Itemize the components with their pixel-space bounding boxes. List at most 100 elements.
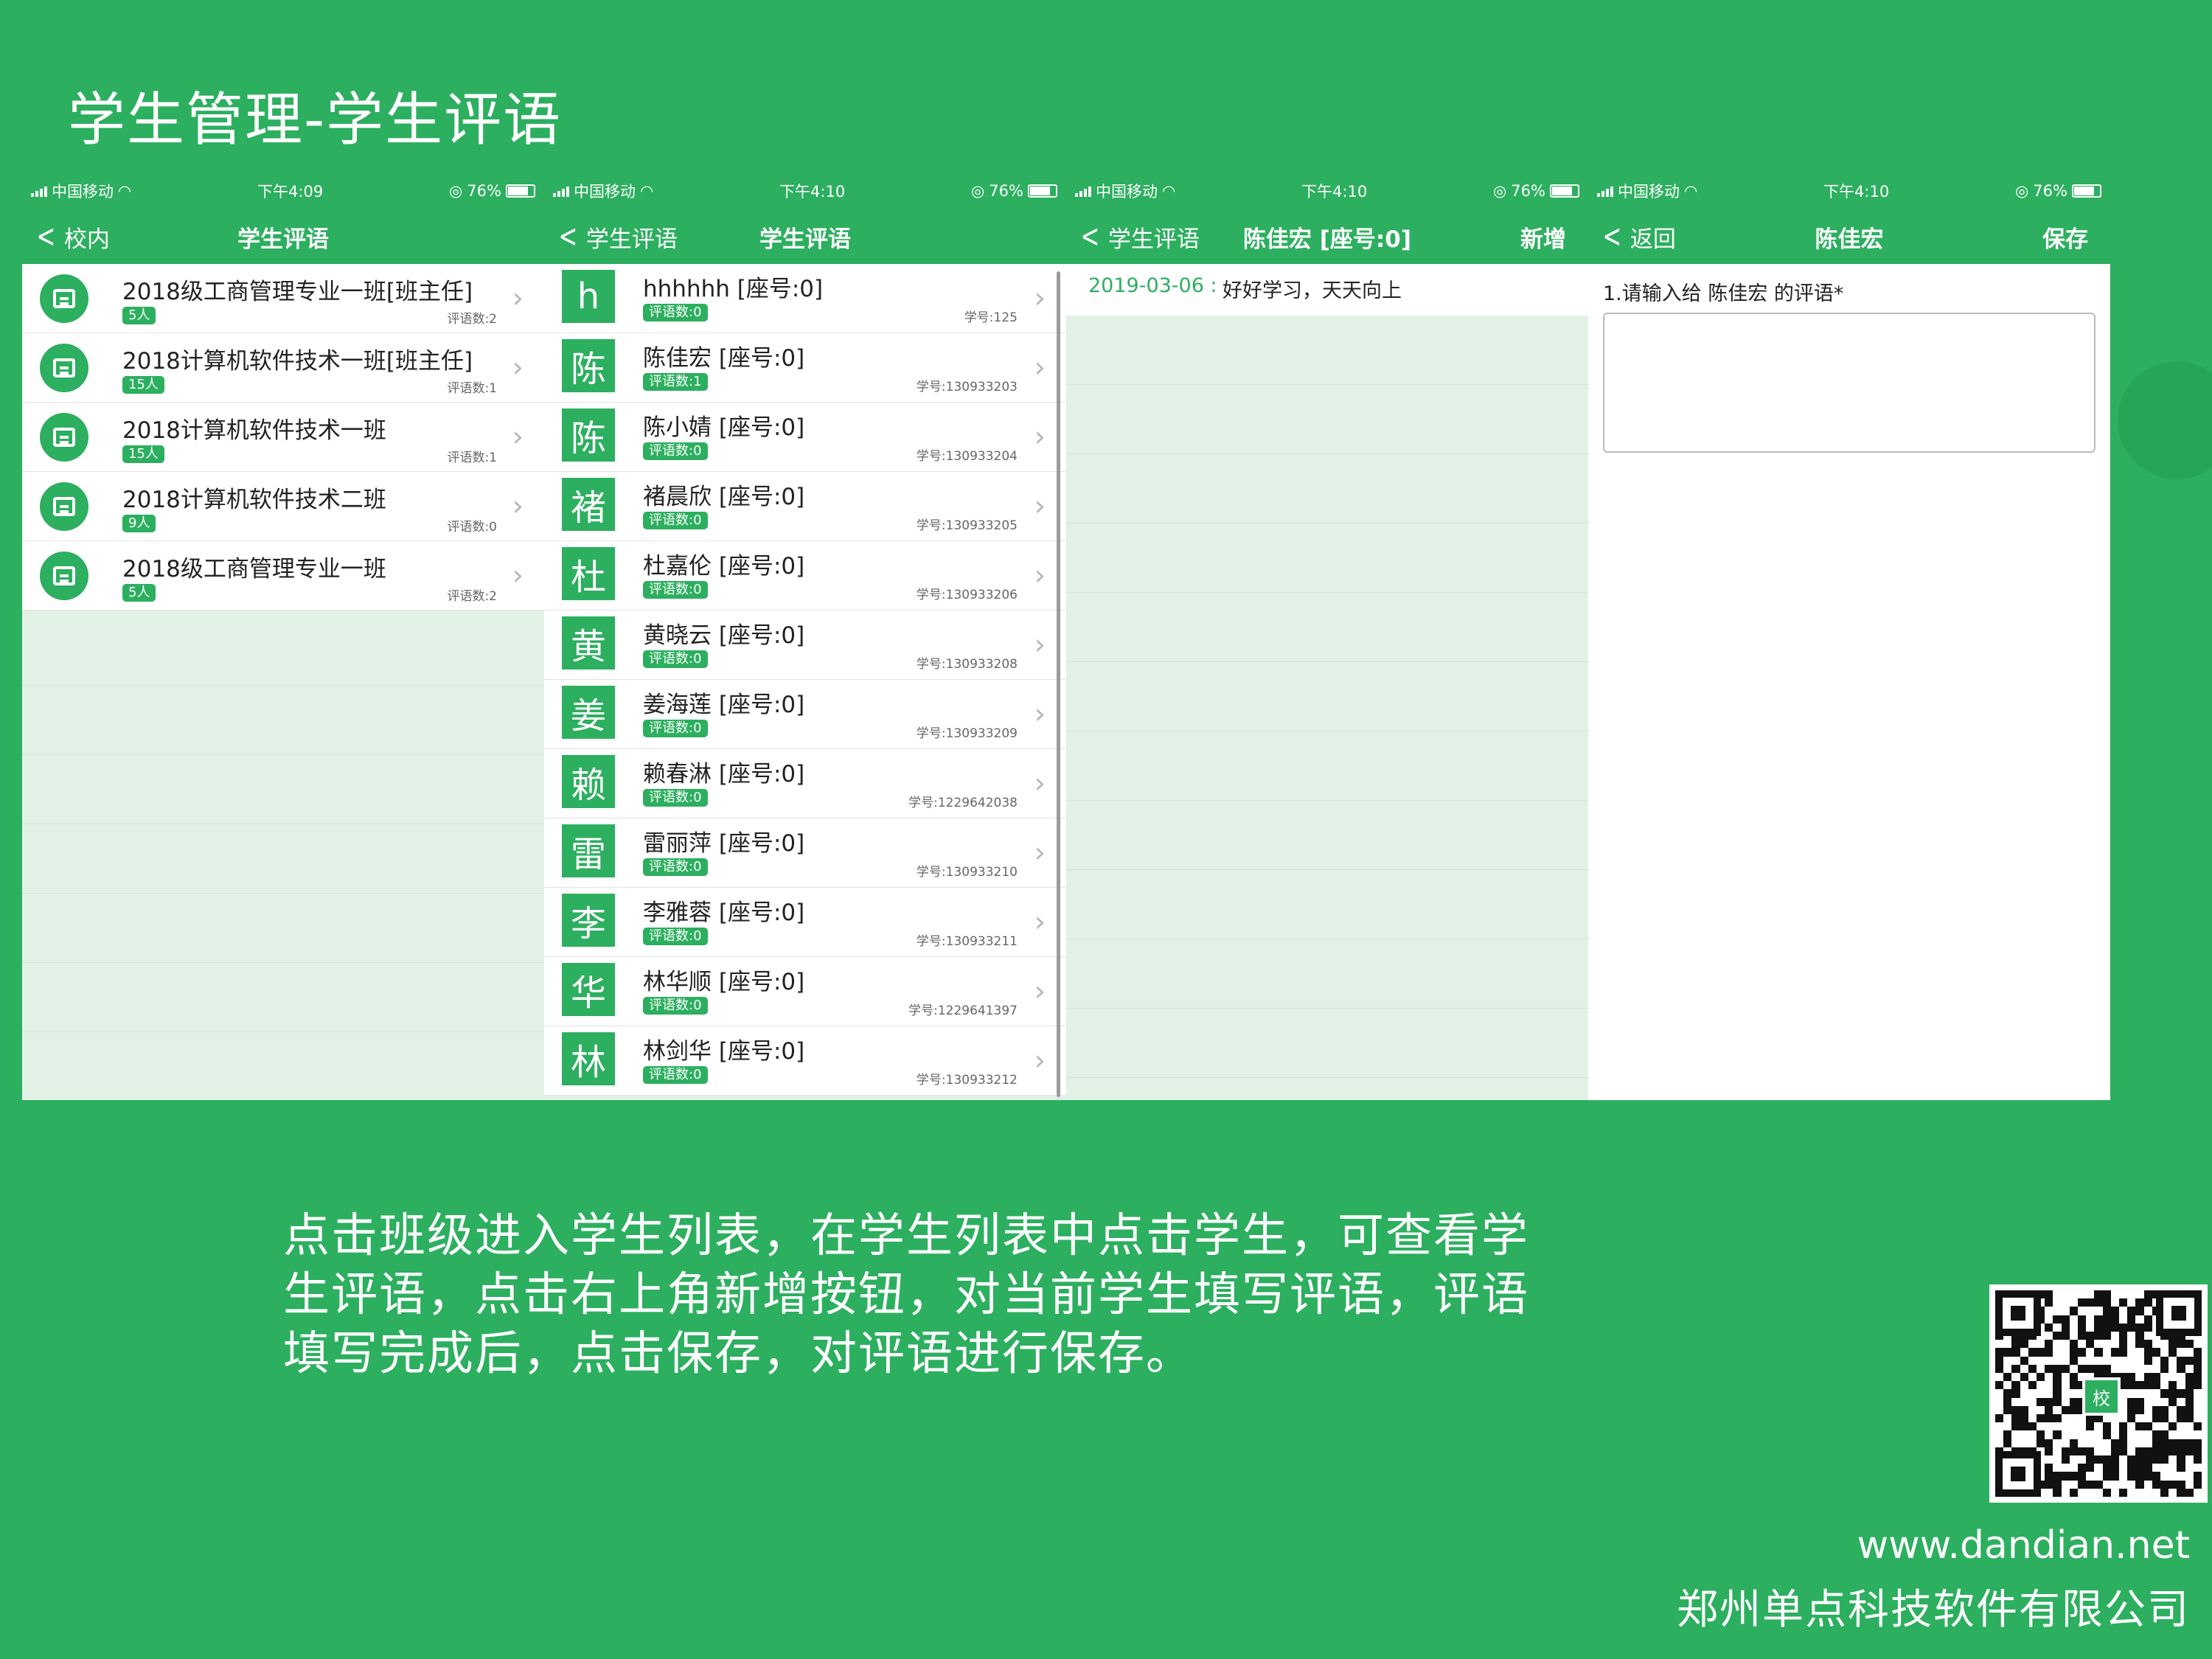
avatar: 陈: [562, 339, 615, 392]
student-id: 学号:130933205: [916, 518, 1018, 533]
student-count-badge: 5人: [122, 307, 156, 324]
comment-count: 评语数:2: [447, 312, 497, 327]
chevron-right-icon: ›: [1034, 628, 1046, 661]
student-row[interactable]: 姜 姜海莲 [座号:0] 评语数:0 学号:130933209 ›: [544, 680, 1066, 749]
alarm-icon: ◎: [448, 182, 463, 200]
student-id: 学号:130933212: [916, 1073, 1018, 1088]
class-name: 2018计算机软件技术二班: [122, 487, 386, 513]
chevron-right-icon: ›: [1034, 698, 1046, 730]
empty-list-lines: [1066, 316, 1588, 1100]
student-count-badge: 5人: [122, 584, 156, 602]
class-row[interactable]: 2018计算机软件技术一班[班主任] 15人 评语数:1 ›: [22, 333, 544, 403]
website-link[interactable]: www.dandian.net: [1857, 1523, 2190, 1568]
alarm-icon: ◎: [1492, 182, 1507, 200]
carrier: 中国移动: [574, 183, 636, 201]
class-row[interactable]: 2018计算机软件技术一班 15人 评语数:1 ›: [22, 403, 544, 472]
nav-title: 陈佳宏: [1815, 226, 1884, 253]
class-row[interactable]: 2018级工商管理专业一班 5人 评语数:2 ›: [22, 541, 544, 611]
status-time: 下午4:09: [257, 183, 324, 201]
student-id: 学号:1229641397: [908, 1004, 1018, 1018]
comment-count-badge: 评语数:0: [643, 858, 708, 876]
chevron-right-icon: ›: [1034, 490, 1046, 522]
chevron-right-icon: ›: [1034, 836, 1046, 869]
avatar: 姜: [562, 686, 615, 739]
comment-form: 1.请输入给 陈佳宏 的评语*: [1588, 264, 2110, 1100]
student-row[interactable]: 杜 杜嘉伦 [座号:0] 评语数:0 学号:130933206 ›: [544, 541, 1066, 611]
status-bar: 中国移动 ◠ 下午4:09 ◎ 76%: [22, 173, 544, 209]
avatar: h: [562, 270, 615, 323]
comment-textarea[interactable]: [1603, 313, 2096, 453]
student-id: 学号:130933211: [916, 934, 1018, 949]
class-row[interactable]: 2018级工商管理专业一班[班主任] 5人 评语数:2 ›: [22, 264, 544, 333]
chevron-right-icon: ›: [1034, 975, 1046, 1007]
comment-item[interactable]: 2019-03-06 : 好好学习，天天向上: [1066, 264, 1588, 316]
slide-title: 学生管理-学生评语: [68, 87, 563, 153]
student-row[interactable]: 赖 赖春淋 [座号:0] 评语数:0 学号:1229642038 ›: [544, 749, 1066, 818]
student-row[interactable]: 陈 陈小婧 [座号:0] 评语数:0 学号:130933204 ›: [544, 403, 1066, 472]
chevron-right-icon: ›: [512, 559, 524, 591]
student-row[interactable]: 陈 陈佳宏 [座号:0] 评语数:1 学号:130933203 ›: [544, 333, 1066, 403]
signal-icon: [553, 185, 569, 197]
screen-student-comments: 中国移动 ◠ 下午4:10 ◎ 76% < 学生评语 陈佳宏 [座号:0] 新增 20…: [1066, 173, 1588, 1100]
signal-icon: [31, 185, 47, 197]
battery-icon: [2071, 184, 2101, 198]
screen-class-list: 中国移动 ◠ 下午4:09 ◎ 76% < 校内 学生评语 2018级工商管理专业一班…: [22, 173, 544, 1100]
comment-count-badge: 评语数:0: [643, 997, 708, 1015]
screen-add-comment: 中国移动 ◠ 下午4:10 ◎ 76% < 返回 陈佳宏 保存 1.请输入给 陈佳宏 …: [1588, 173, 2110, 1100]
comment-count-badge: 评语数:0: [643, 720, 708, 737]
battery-percent: 76%: [989, 182, 1023, 200]
student-name: 林华顺 [座号:0]: [643, 969, 805, 995]
status-time: 下午4:10: [779, 183, 846, 201]
comment-count-badge: 评语数:0: [643, 928, 708, 945]
avatar: 雷: [562, 824, 615, 877]
class-name: 2018计算机软件技术一班[班主任]: [122, 348, 473, 375]
signal-icon: [1597, 185, 1613, 197]
comment-count-badge: 评语数:0: [643, 650, 708, 668]
class-icon: [40, 413, 88, 462]
avatar: 李: [562, 894, 615, 947]
class-row[interactable]: 2018计算机软件技术二班 9人 评语数:0 ›: [22, 472, 544, 541]
battery-icon: [1549, 184, 1579, 198]
student-row[interactable]: 雷 雷丽萍 [座号:0] 评语数:0 学号:130933210 ›: [544, 818, 1066, 888]
student-row[interactable]: 林 林剑华 [座号:0] 评语数:0 学号:130933212 ›: [544, 1026, 1066, 1096]
scrollbar[interactable]: [1057, 271, 1060, 1097]
class-name: 2018级工商管理专业一班: [122, 556, 386, 582]
company-name: 郑州单点科技软件有限公司: [1677, 1586, 2190, 1634]
class-name: 2018级工商管理专业一班[班主任]: [122, 279, 473, 305]
student-id: 学号:130933208: [916, 657, 1018, 672]
comment-field-label: 1.请输入给 陈佳宏 的评语*: [1603, 282, 1844, 305]
student-count-badge: 9人: [122, 515, 156, 532]
status-time: 下午4:10: [1301, 183, 1368, 201]
alarm-icon: ◎: [2014, 182, 2029, 200]
student-name: 赖春淋 [座号:0]: [643, 761, 805, 787]
student-row[interactable]: h hhhhhh [座号:0] 评语数:0 学号:125 ›: [544, 264, 1066, 333]
student-row[interactable]: 华 林华顺 [座号:0] 评语数:0 学号:1229641397 ›: [544, 957, 1066, 1026]
class-icon: [40, 344, 88, 392]
student-id: 学号:130933206: [916, 588, 1018, 602]
chevron-right-icon: ›: [1034, 1044, 1046, 1077]
signal-icon: [1075, 185, 1091, 197]
student-name: 褚晨欣 [座号:0]: [643, 484, 805, 510]
student-row[interactable]: 李 李雅蓉 [座号:0] 评语数:0 学号:130933211 ›: [544, 888, 1066, 957]
class-list: 2018级工商管理专业一班[班主任] 5人 评语数:2 › 2018计算机软件技术一班[…: [22, 264, 544, 611]
navbar: < 返回 陈佳宏 保存: [1588, 209, 2110, 264]
status-time: 下午4:10: [1823, 183, 1890, 201]
student-row[interactable]: 褚 褚晨欣 [座号:0] 评语数:0 学号:130933205 ›: [544, 472, 1066, 541]
battery-percent: 76%: [2033, 182, 2067, 200]
alarm-icon: ◎: [970, 182, 985, 200]
save-button[interactable]: 保存: [2042, 220, 2088, 254]
chevron-right-icon: ›: [1034, 559, 1046, 591]
student-row[interactable]: 黄 黄晓云 [座号:0] 评语数:0 学号:130933208 ›: [544, 611, 1066, 680]
battery-icon: [1027, 184, 1057, 198]
student-name: 李雅蓉 [座号:0]: [643, 900, 805, 926]
navbar: < 学生评语 陈佳宏 [座号:0] 新增: [1066, 209, 1588, 264]
comment-count: 评语数:2: [447, 589, 497, 604]
student-id: 学号:130933204: [916, 449, 1018, 464]
add-button[interactable]: 新增: [1520, 220, 1566, 254]
navbar: < 学生评语 学生评语: [544, 209, 1066, 264]
wifi-icon: ◠: [1684, 182, 1698, 200]
chevron-right-icon: ›: [1034, 767, 1046, 799]
student-name: 黄晓云 [座号:0]: [643, 622, 805, 649]
comment-text: 好好学习，天天向上: [1222, 279, 1402, 302]
avatar: 林: [562, 1032, 615, 1085]
